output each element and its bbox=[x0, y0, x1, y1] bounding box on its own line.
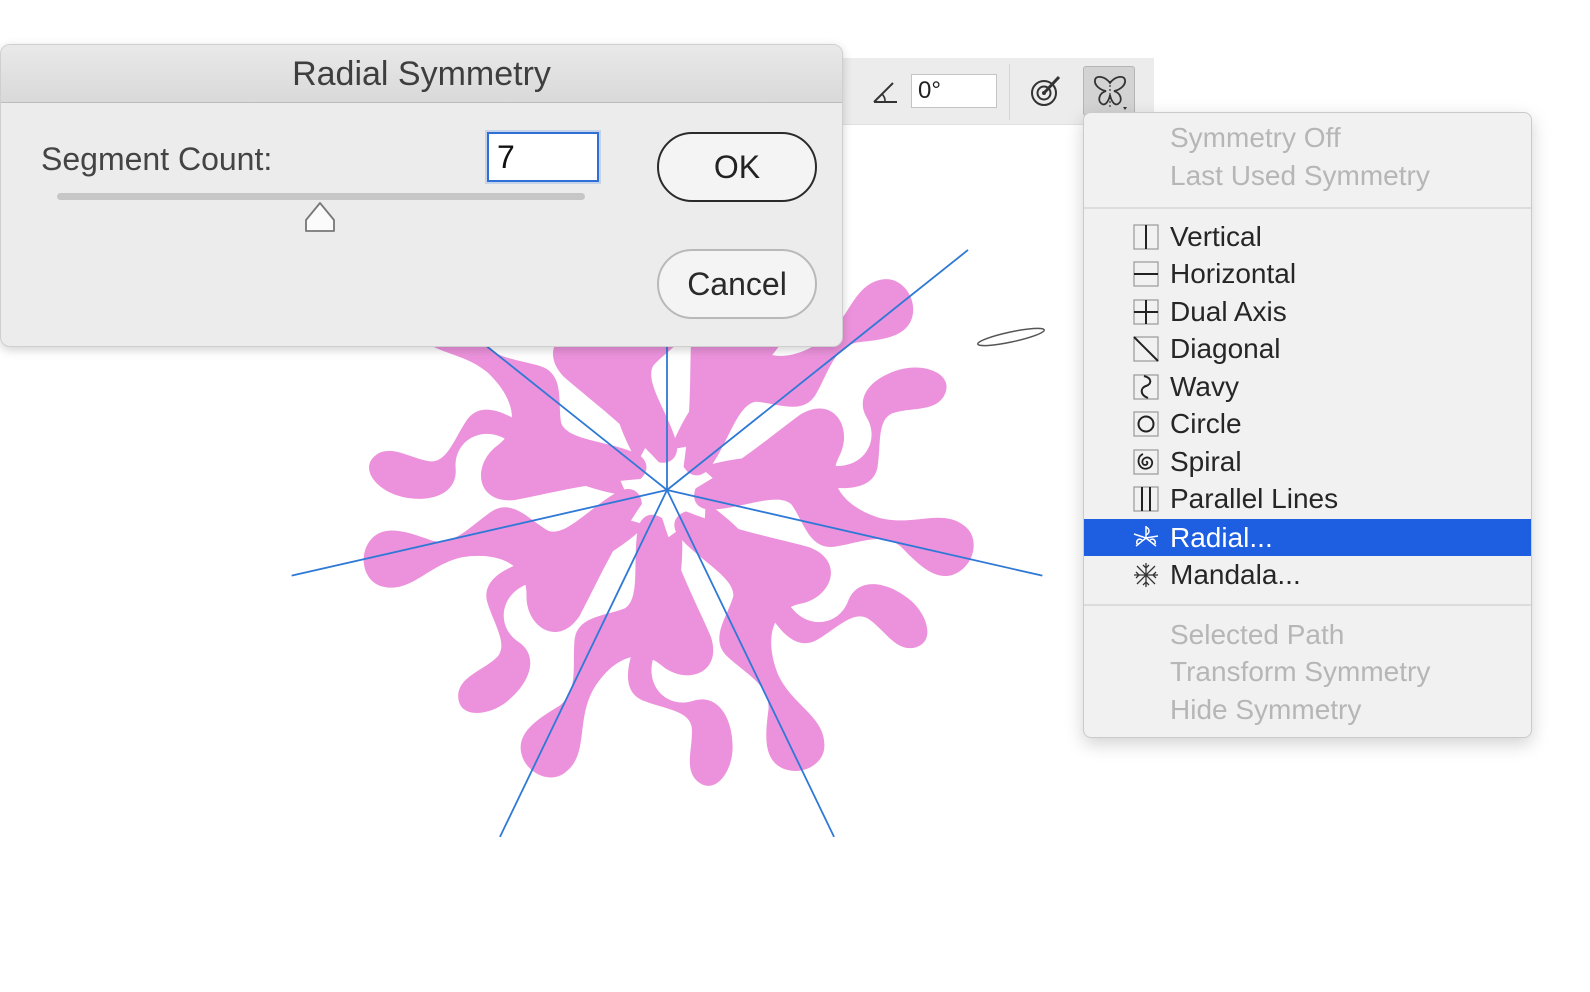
parallel-lines-icon bbox=[1133, 486, 1159, 512]
ok-button[interactable]: OK bbox=[657, 132, 817, 202]
menu-item-parallel-lines[interactable]: Parallel Lines bbox=[1084, 480, 1531, 517]
menu-item-horizontal[interactable]: Horizontal bbox=[1084, 255, 1531, 292]
segment-count-field[interactable]: 7 bbox=[487, 132, 599, 182]
menu-item-symmetry-off[interactable]: Symmetry Off bbox=[1084, 119, 1531, 156]
cancel-button[interactable]: Cancel bbox=[657, 249, 817, 319]
menu-item-diagonal[interactable]: Diagonal bbox=[1084, 330, 1531, 367]
menu-item-mandala[interactable]: Mandala... bbox=[1084, 556, 1531, 593]
segment-count-slider[interactable] bbox=[57, 193, 585, 200]
dialog-title: Radial Symmetry bbox=[1, 45, 842, 103]
menu-item-radial[interactable]: Radial... bbox=[1084, 519, 1531, 556]
menu-separator bbox=[1084, 604, 1531, 606]
butterfly-icon bbox=[1094, 76, 1127, 110]
radial-icon bbox=[1133, 526, 1159, 547]
symmetry-menu: Symmetry Off Last Used Symmetry Vertical… bbox=[1083, 112, 1532, 738]
diagonal-icon bbox=[1133, 336, 1159, 362]
menu-item-vertical[interactable]: Vertical bbox=[1084, 218, 1531, 255]
menu-item-dual-axis[interactable]: Dual Axis bbox=[1084, 293, 1531, 330]
circle-icon bbox=[1133, 411, 1159, 437]
menu-item-wavy[interactable]: Wavy bbox=[1084, 368, 1531, 405]
spiral-icon bbox=[1133, 449, 1159, 475]
segment-count-label: Segment Count: bbox=[41, 141, 273, 177]
angle-field[interactable]: 0° bbox=[911, 74, 997, 108]
dual-axis-icon bbox=[1133, 299, 1159, 325]
mandala-icon bbox=[1134, 563, 1158, 587]
menu-item-circle[interactable]: Circle bbox=[1084, 405, 1531, 442]
slider-thumb[interactable] bbox=[303, 201, 337, 235]
menu-separator bbox=[1084, 207, 1531, 209]
menu-item-hide-symmetry[interactable]: Hide Symmetry bbox=[1084, 691, 1531, 728]
radial-symmetry-dialog: Radial Symmetry Segment Count: 7 OK Canc… bbox=[0, 44, 843, 347]
toolbar-divider bbox=[1009, 64, 1010, 120]
wavy-icon bbox=[1133, 374, 1159, 400]
menu-item-last-used-symmetry[interactable]: Last Used Symmetry bbox=[1084, 157, 1531, 194]
brush-cursor bbox=[976, 327, 1046, 347]
menu-item-transform-symmetry[interactable]: Transform Symmetry bbox=[1084, 653, 1531, 690]
paint-target-icon[interactable] bbox=[1029, 74, 1063, 108]
vertical-icon bbox=[1133, 224, 1159, 250]
horizontal-icon bbox=[1133, 261, 1159, 287]
menu-item-spiral[interactable]: Spiral bbox=[1084, 443, 1531, 480]
menu-item-selected-path[interactable]: Selected Path bbox=[1084, 616, 1531, 653]
symmetry-mode-button[interactable] bbox=[1083, 66, 1135, 116]
angle-icon bbox=[873, 82, 897, 103]
